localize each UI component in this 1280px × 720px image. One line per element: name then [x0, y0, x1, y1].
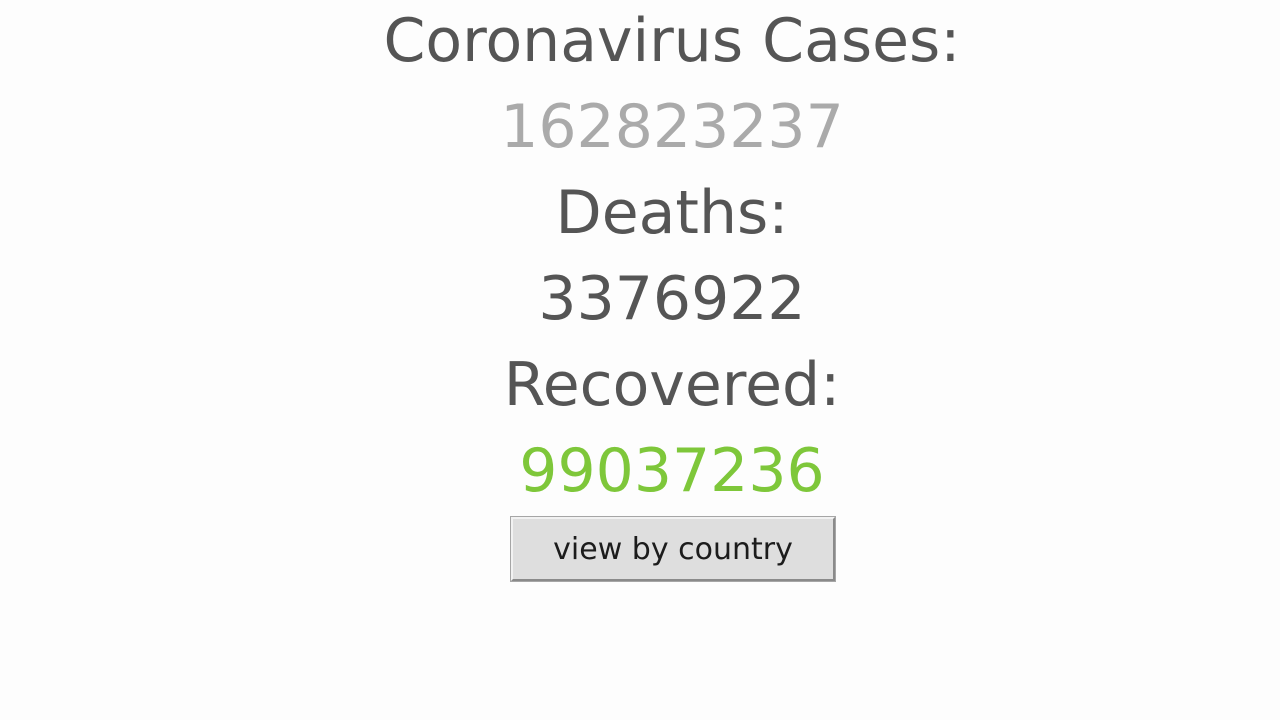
covid-stats-panel: Coronavirus Cases: 162823237 Deaths: 337…: [0, 0, 1280, 720]
cases-value: 162823237: [500, 92, 844, 162]
recovered-value: 99037236: [519, 436, 825, 506]
cases-label: Coronavirus Cases:: [383, 6, 961, 76]
deaths-value: 3376922: [538, 264, 806, 334]
deaths-label: Deaths:: [555, 178, 789, 248]
view-by-country-button[interactable]: view by country: [510, 516, 836, 582]
recovered-label: Recovered:: [503, 350, 841, 420]
